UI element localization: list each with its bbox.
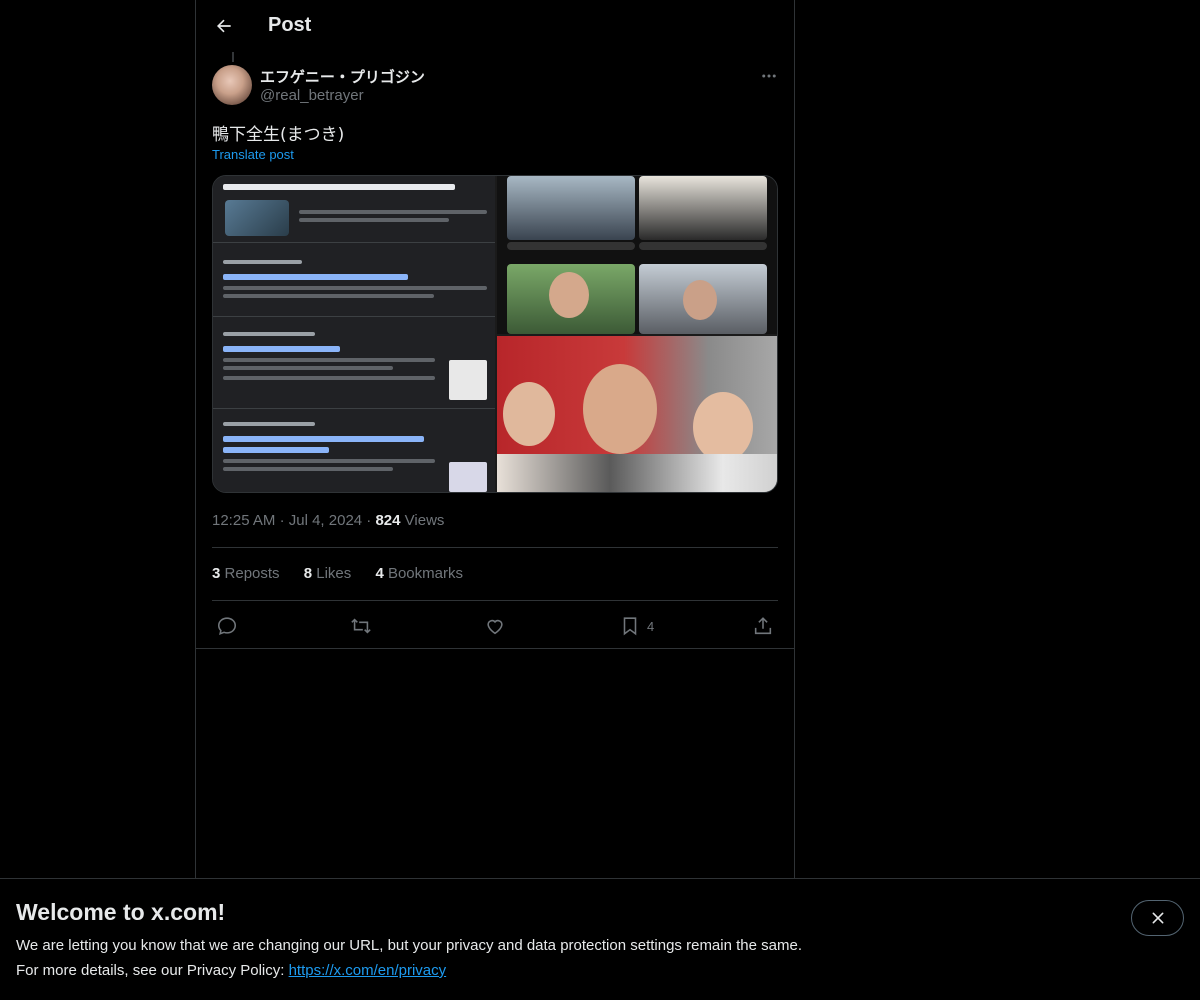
post-time[interactable]: 12:25 AM xyxy=(212,512,275,529)
video-thumbnail xyxy=(225,200,289,236)
repost-button[interactable] xyxy=(350,608,372,644)
author-handle[interactable]: @real_betrayer xyxy=(260,87,364,104)
page-header: Post xyxy=(196,0,794,54)
divider xyxy=(196,648,794,649)
close-icon xyxy=(1152,912,1163,924)
heart-icon xyxy=(487,619,503,635)
thread-line xyxy=(232,52,234,62)
banner-title: Welcome to x.com! xyxy=(16,899,226,925)
post-metadata: 12:25 AM · Jul 4, 2024 · 824 Views xyxy=(212,512,445,529)
share-icon xyxy=(754,617,772,635)
bookmark-count: 4 xyxy=(647,618,655,634)
bookmarks-stat[interactable]: 4 Bookmarks xyxy=(375,565,463,582)
author-name[interactable]: エフゲニー・プリゴジン xyxy=(260,66,425,87)
close-banner-button[interactable] xyxy=(1131,900,1184,936)
media-image-grid[interactable] xyxy=(497,176,777,334)
post-text: 鴨下全生(まつき) xyxy=(212,125,345,145)
like-button[interactable] xyxy=(484,608,506,644)
more-horizontal-icon xyxy=(762,74,776,78)
document-thumbnail xyxy=(449,360,487,400)
divider xyxy=(212,600,778,601)
avatar[interactable] xyxy=(212,65,252,105)
post-actions: 4 xyxy=(196,608,794,644)
url-change-banner: Welcome to x.com! We are letting you kno… xyxy=(0,878,1200,1000)
bookmark-icon xyxy=(623,617,637,636)
repost-icon xyxy=(351,618,371,634)
privacy-policy-link[interactable]: https://x.com/en/privacy xyxy=(289,962,447,979)
likes-stat[interactable]: 8 Likes xyxy=(304,565,352,582)
arrow-left-icon xyxy=(217,19,231,33)
back-button[interactable] xyxy=(206,8,242,44)
post-author: エフゲニー・プリゴジン @real_betrayer xyxy=(212,64,782,106)
document-thumbnail xyxy=(449,462,487,492)
reply-button[interactable] xyxy=(216,608,238,644)
banner-message: We are letting you know that we are chan… xyxy=(16,937,802,954)
post-date[interactable]: Jul 4, 2024 xyxy=(289,512,362,529)
divider xyxy=(212,547,778,548)
reposts-stat[interactable]: 3 Reposts xyxy=(212,565,280,582)
views-label: Views xyxy=(404,512,445,529)
share-button[interactable] xyxy=(752,608,774,644)
main-column: Post エフゲニー・プリゴジン @real_betrayer 鴨下全生(まつき… xyxy=(195,0,795,878)
bookmark-button[interactable]: 4 xyxy=(619,608,654,644)
banner-privacy-note: For more details, see our Privacy Policy… xyxy=(16,962,447,979)
translate-post-link[interactable]: Translate post xyxy=(212,147,294,162)
page-title: Post xyxy=(268,14,312,36)
reply-icon xyxy=(217,617,237,636)
post-media[interactable] xyxy=(212,175,778,493)
media-photo-selfie[interactable] xyxy=(497,336,777,492)
media-image-search-results[interactable] xyxy=(213,176,495,492)
more-button[interactable] xyxy=(752,64,786,88)
views-count: 824 xyxy=(375,512,401,529)
post-stats: 3 Reposts 8 Likes 4 Bookmarks xyxy=(212,565,483,582)
